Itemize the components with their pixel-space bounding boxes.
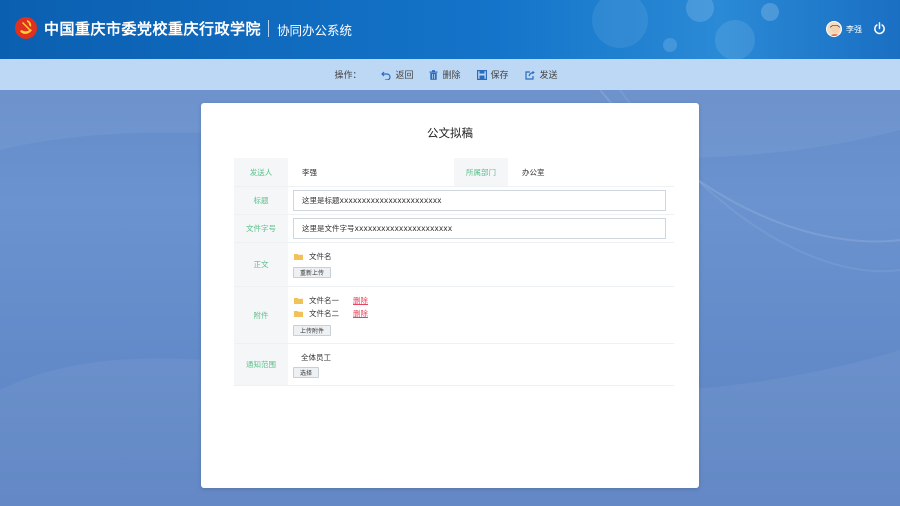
docno-input[interactable]: 这里是文件字号xxxxxxxxxxxxxxxxxxxxxx — [293, 218, 666, 239]
subject-input[interactable]: 这里是标题xxxxxxxxxxxxxxxxxxxxxxx — [293, 190, 666, 211]
subject-label: 标题 — [234, 187, 288, 214]
delete-attachment-link[interactable]: 删除 — [353, 308, 368, 319]
attachment-row: 附件 文件名一 删除 文件名二 删除 上传附件 — [234, 287, 674, 344]
subject-row: 标题 这里是标题xxxxxxxxxxxxxxxxxxxxxxx — [234, 187, 674, 215]
app-header: 中国重庆市委党校重庆行政学院 协同办公系统 李强 — [0, 0, 900, 59]
scope-value: 全体员工 — [301, 353, 331, 362]
form-title: 公文拟稿 — [427, 126, 473, 140]
save-label: 保存 — [490, 71, 509, 81]
back-button[interactable]: 返回 — [381, 68, 413, 81]
draft-form-card: 公文拟稿 发送人 李强 所属部门 办公室 标题 这里是标题xxxxxxxxxxx… — [201, 103, 699, 488]
dept-label: 所属部门 — [454, 158, 508, 186]
save-button[interactable]: 保存 — [476, 68, 509, 81]
docno-row: 文件字号 这里是文件字号xxxxxxxxxxxxxxxxxxxxxx — [234, 215, 674, 243]
upload-attachment-button[interactable]: 上传附件 — [293, 325, 332, 336]
sender-row: 发送人 李强 所属部门 办公室 — [234, 158, 674, 187]
folder-icon — [294, 311, 303, 317]
user-avatar[interactable] — [826, 21, 842, 37]
trash-icon — [429, 69, 438, 80]
scope-label: 通知范围 — [234, 344, 288, 385]
body-file[interactable]: 文件名 — [294, 251, 332, 262]
send-button[interactable]: 发送 — [524, 68, 558, 81]
delete-label: 删除 — [442, 71, 461, 81]
body-file-name: 文件名 — [309, 252, 332, 261]
attachment-item[interactable]: 文件名一 删除 — [294, 295, 368, 306]
body-row: 正文 文件名 重新上传 — [234, 243, 674, 287]
delete-attachment-link[interactable]: 删除 — [353, 295, 368, 306]
app-title: 中国重庆市委党校重庆行政学院 — [44, 20, 262, 38]
floppy-save-icon — [476, 69, 487, 80]
choose-scope-button[interactable]: 选择 — [293, 367, 320, 378]
draft-form: 发送人 李强 所属部门 办公室 标题 这里是标题xxxxxxxxxxxxxxxx… — [234, 158, 674, 386]
dept-value: 办公室 — [522, 167, 545, 177]
power-icon[interactable] — [873, 22, 886, 35]
body-label: 正文 — [234, 243, 288, 286]
title-divider — [268, 20, 269, 37]
undo-icon — [381, 71, 391, 80]
toolbar-label: 操作： — [334, 71, 362, 81]
sender-value: 李强 — [302, 167, 317, 177]
attachment-label: 附件 — [234, 287, 288, 343]
avatar-icon — [830, 25, 840, 36]
back-label: 返回 — [395, 71, 414, 81]
sender-label: 发送人 — [234, 158, 288, 186]
delete-button[interactable]: 删除 — [429, 68, 461, 81]
reupload-button[interactable]: 重新上传 — [293, 267, 332, 278]
folder-icon — [294, 254, 303, 260]
folder-icon — [294, 298, 303, 304]
scope-row: 通知范围 全体员工 选择 — [234, 344, 674, 386]
app-subtitle: 协同办公系统 — [277, 23, 353, 38]
party-emblem-icon — [15, 17, 37, 39]
user-name[interactable]: 李强 — [846, 24, 862, 35]
share-send-icon — [524, 70, 535, 80]
docno-label: 文件字号 — [234, 215, 288, 242]
attachment-name: 文件名二 — [309, 309, 339, 318]
attachment-name: 文件名一 — [309, 296, 339, 305]
attachment-item[interactable]: 文件名二 删除 — [294, 308, 368, 319]
header-decoration — [592, 0, 779, 59]
send-label: 发送 — [539, 71, 558, 81]
action-toolbar: 操作： 返回 删除 保存 发送 — [0, 59, 900, 90]
